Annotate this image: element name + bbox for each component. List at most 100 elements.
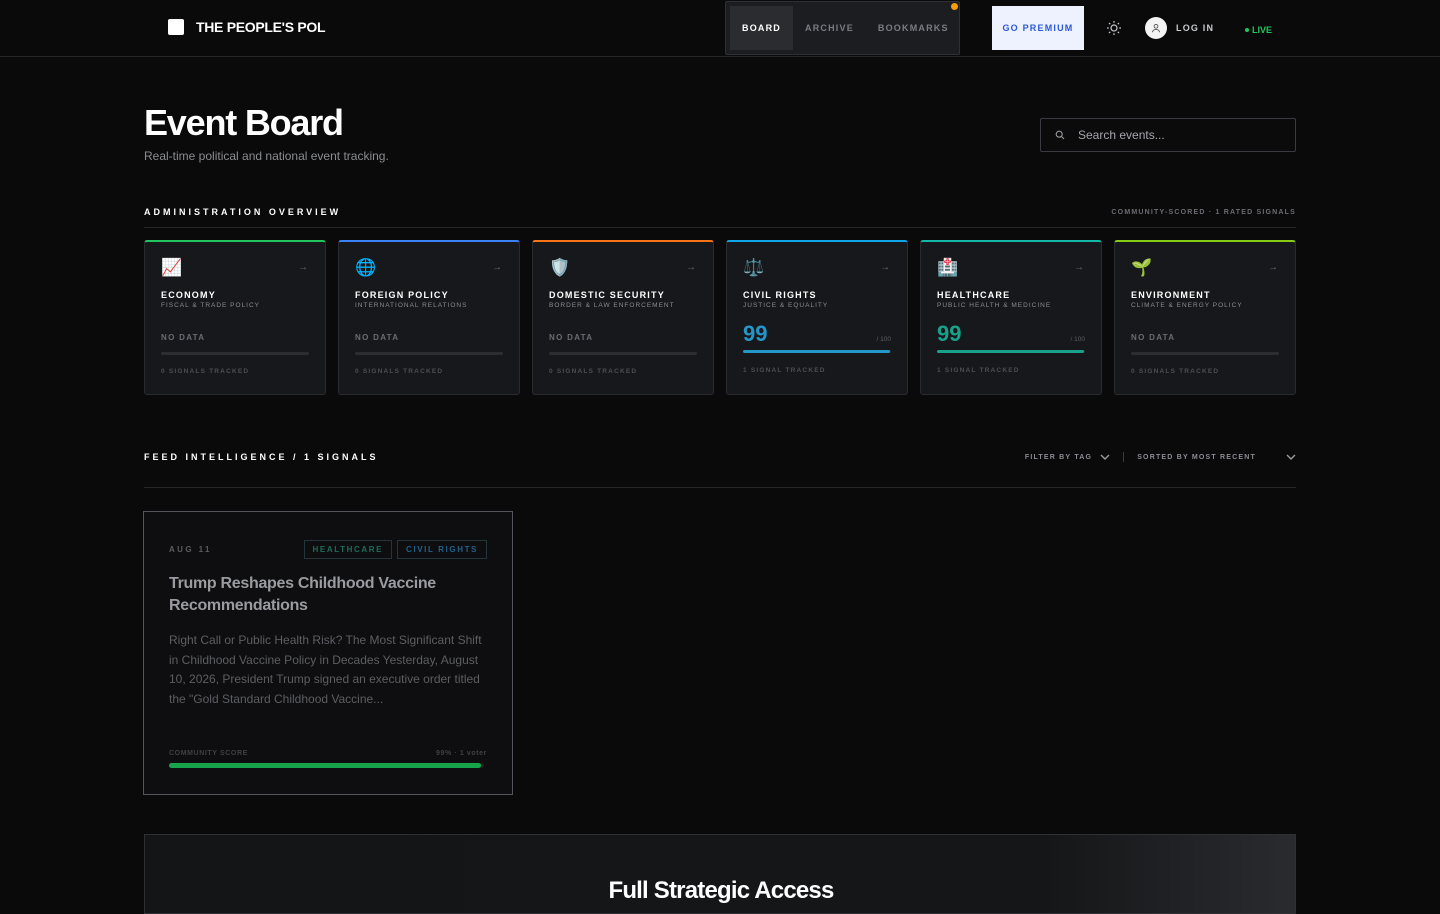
card-score: 99 bbox=[743, 321, 768, 346]
feed-header: FEED INTELLIGENCE / 1 SIGNALS FILTER BY … bbox=[144, 452, 1296, 462]
card-score-bar bbox=[937, 350, 1085, 353]
category-card-civil-rights[interactable]: ⚖️ → CIVIL RIGHTS JUSTICE & EQUALITY 99 / 1… bbox=[726, 240, 908, 395]
event-date: AUG 11 bbox=[169, 545, 212, 554]
card-score-bar bbox=[743, 350, 891, 353]
tag-civil-rights[interactable]: CIVIL RIGHTS bbox=[397, 540, 487, 559]
access-title: Full Strategic Access bbox=[608, 877, 834, 904]
card-title: ECONOMY bbox=[161, 290, 216, 300]
divider bbox=[1123, 452, 1125, 462]
event-tags: HEALTHCARE CIVIL RIGHTS bbox=[303, 540, 487, 559]
card-tracked-count: 0 SIGNALS TRACKED bbox=[161, 368, 250, 375]
shield-icon: 🛡️ bbox=[549, 258, 571, 277]
card-subtitle: CLIMATE & ENERGY POLICY bbox=[1131, 302, 1243, 309]
main-nav-tabs: BOARD ARCHIVE BOOKMARKS bbox=[725, 1, 960, 55]
card-subtitle: BORDER & LAW ENFORCEMENT bbox=[549, 302, 675, 309]
card-score-max: / 100 bbox=[1070, 336, 1085, 343]
event-summary: Right Call or Public Health Risk? The Mo… bbox=[169, 633, 482, 706]
card-status: NO DATA bbox=[1131, 333, 1176, 342]
premium-access-panel: Full Strategic Access bbox=[144, 834, 1296, 914]
feed-heading: FEED INTELLIGENCE / 1 SIGNALS bbox=[144, 452, 379, 462]
card-title: FOREIGN POLICY bbox=[355, 290, 449, 300]
chart-increasing-icon: 📈 bbox=[161, 258, 183, 277]
card-subtitle: JUSTICE & EQUALITY bbox=[743, 302, 829, 309]
card-score: 99 bbox=[937, 321, 962, 346]
card-score-bar bbox=[355, 352, 503, 355]
login-button[interactable]: LOG IN bbox=[1145, 17, 1214, 39]
card-status: NO DATA bbox=[549, 333, 594, 342]
category-card-economy[interactable]: 📈 → ECONOMY FISCAL & TRADE POLICY NO DATA 0 … bbox=[144, 240, 326, 395]
card-subtitle: PUBLIC HEALTH & MEDICINE bbox=[937, 302, 1052, 309]
card-tracked-count: 0 SIGNALS TRACKED bbox=[1131, 368, 1220, 375]
search-box bbox=[1040, 118, 1296, 152]
brand-logo[interactable]: THE PEOPLE'S POL bbox=[168, 19, 326, 35]
live-label: LIVE bbox=[1252, 25, 1273, 35]
card-score-bar bbox=[161, 352, 309, 355]
category-card-environment[interactable]: 🌱 → ENVIRONMENT CLIMATE & ENERGY POLICY NO D… bbox=[1114, 240, 1296, 395]
tab-bookmarks[interactable]: BOOKMARKS bbox=[866, 6, 961, 50]
card-tracked-count: 1 SIGNAL TRACKED bbox=[937, 367, 1020, 374]
card-tracked-count: 1 SIGNAL TRACKED bbox=[743, 367, 826, 374]
card-status: NO DATA bbox=[355, 333, 400, 342]
card-subtitle: INTERNATIONAL RELATIONS bbox=[355, 302, 468, 309]
arrow-right-icon: → bbox=[880, 262, 890, 273]
card-tracked-count: 0 SIGNALS TRACKED bbox=[355, 368, 444, 375]
arrow-right-icon: → bbox=[298, 262, 308, 273]
card-title: HEALTHCARE bbox=[937, 290, 1011, 300]
tab-archive[interactable]: ARCHIVE bbox=[793, 6, 866, 50]
divider bbox=[144, 227, 1296, 228]
tag-healthcare[interactable]: HEALTHCARE bbox=[303, 540, 393, 559]
search-input[interactable] bbox=[1078, 128, 1278, 142]
card-tracked-count: 0 SIGNALS TRACKED bbox=[549, 368, 638, 375]
card-subtitle: FISCAL & TRADE POLICY bbox=[161, 302, 261, 309]
scales-icon: ⚖️ bbox=[743, 258, 765, 277]
tab-board[interactable]: BOARD bbox=[730, 6, 793, 50]
search-icon bbox=[1055, 130, 1065, 140]
card-score-row: 99 / 100 bbox=[743, 321, 891, 347]
arrow-right-icon: → bbox=[492, 262, 502, 273]
card-score-max: / 100 bbox=[876, 336, 891, 343]
category-card-domestic-security[interactable]: 🛡️ → DOMESTIC SECURITY BORDER & LAW ENFORCE… bbox=[532, 240, 714, 395]
community-score-bar bbox=[169, 763, 484, 768]
community-score-bar-fill bbox=[169, 763, 481, 768]
arrow-right-icon: → bbox=[1268, 262, 1278, 273]
live-indicator: LIVE bbox=[1245, 25, 1272, 35]
user-avatar-icon bbox=[1145, 17, 1167, 39]
divider bbox=[144, 487, 1296, 488]
event-title[interactable]: Trump Reshapes Childhood Vaccine Recomme… bbox=[169, 573, 487, 617]
notification-dot bbox=[951, 3, 958, 10]
overview-meta: COMMUNITY-SCORED · 1 RATED SIGNALS bbox=[1111, 208, 1296, 216]
category-cards: 📈 → ECONOMY FISCAL & TRADE POLICY NO DATA 0 … bbox=[144, 240, 1296, 395]
theme-toggle-sun-icon[interactable] bbox=[1106, 20, 1122, 36]
hospital-icon: 🏥 bbox=[937, 258, 959, 277]
category-card-foreign-policy[interactable]: 🌐 → FOREIGN POLICY INTERNATIONAL RELATIONS N… bbox=[338, 240, 520, 395]
card-score-bar bbox=[549, 352, 697, 355]
community-score-label: COMMUNITY SCORE bbox=[169, 750, 248, 757]
card-title: DOMESTIC SECURITY bbox=[549, 290, 665, 300]
sort-dropdown[interactable]: SORTED BY MOST RECENT bbox=[1137, 454, 1296, 461]
live-dot-icon bbox=[1245, 28, 1249, 32]
event-card[interactable]: AUG 11 HEALTHCARE CIVIL RIGHTS Trump Res… bbox=[143, 511, 513, 795]
top-navigation-bar: THE PEOPLE'S POL BOARD ARCHIVE BOOKMARKS… bbox=[0, 0, 1440, 57]
page-subtitle: Real-time political and national event t… bbox=[144, 149, 389, 163]
card-title: CIVIL RIGHTS bbox=[743, 290, 817, 300]
chevron-down-icon bbox=[1100, 454, 1110, 460]
sort-label: SORTED BY MOST RECENT bbox=[1137, 453, 1256, 461]
community-score-meta: 99% · 1 voter bbox=[436, 750, 487, 757]
category-card-healthcare[interactable]: 🏥 → HEALTHCARE PUBLIC HEALTH & MEDICINE 99 … bbox=[920, 240, 1102, 395]
brand-mark-icon bbox=[168, 19, 184, 35]
card-score-bar-fill bbox=[743, 350, 890, 353]
chevron-down-icon bbox=[1286, 454, 1296, 460]
card-score-row: 99 / 100 bbox=[937, 321, 1085, 347]
page-title: Event Board bbox=[144, 102, 344, 143]
login-label: LOG IN bbox=[1176, 23, 1215, 33]
event-score-row: COMMUNITY SCORE 99% · 1 voter bbox=[169, 750, 487, 757]
feed-controls: FILTER BY TAG SORTED BY MOST RECENT bbox=[1025, 452, 1296, 462]
arrow-right-icon: → bbox=[1074, 262, 1084, 273]
go-premium-button[interactable]: GO PREMIUM bbox=[992, 6, 1084, 50]
card-score-bar-fill bbox=[937, 350, 1084, 353]
globe-icon: 🌐 bbox=[355, 258, 377, 277]
filter-by-tag-dropdown[interactable]: FILTER BY TAG bbox=[1025, 454, 1110, 461]
card-title: ENVIRONMENT bbox=[1131, 290, 1211, 300]
brand-name: THE PEOPLE'S POL bbox=[196, 19, 326, 35]
overview-heading: ADMINISTRATION OVERVIEW bbox=[144, 207, 342, 217]
